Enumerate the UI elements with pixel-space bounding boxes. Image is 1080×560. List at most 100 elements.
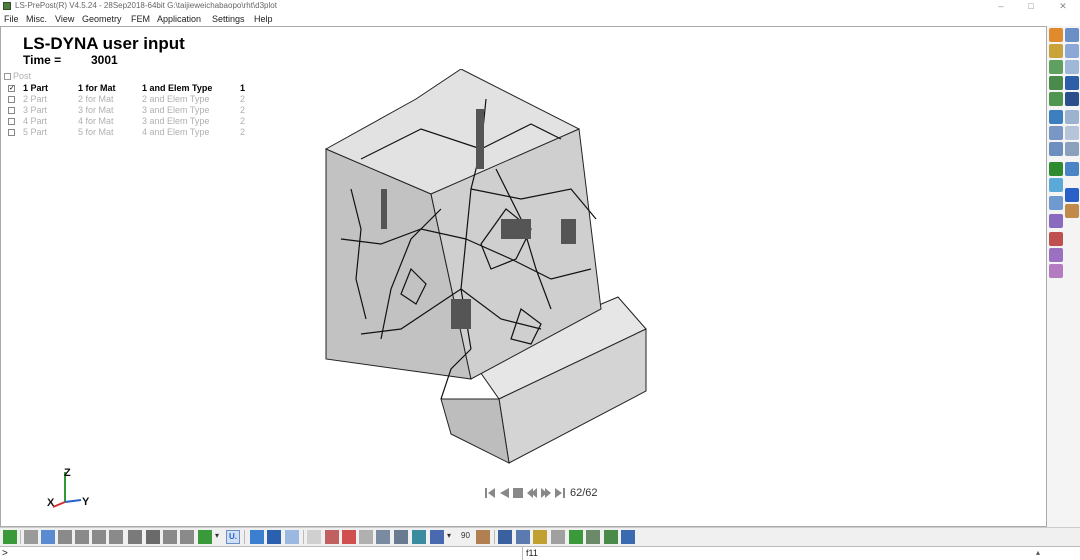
menu-fem[interactable]: FEM — [131, 12, 150, 26]
cube-dark-icon[interactable] — [267, 530, 281, 544]
page-icon[interactable] — [1065, 28, 1079, 42]
fractured-block-model[interactable] — [321, 69, 651, 469]
bookmark-icon[interactable] — [498, 530, 512, 544]
stop-icon[interactable] — [512, 487, 524, 499]
traffic-light-icon[interactable] — [1049, 162, 1063, 176]
menu-settings[interactable]: Settings — [212, 12, 245, 26]
house-icon[interactable] — [516, 530, 530, 544]
table-icon[interactable] — [1065, 142, 1079, 156]
view-right-icon[interactable] — [92, 530, 106, 544]
lighting-icon[interactable] — [198, 530, 212, 544]
slab-side-face — [440, 398, 510, 464]
wireframe-icon[interactable] — [163, 530, 177, 544]
sphere-icon[interactable] — [1065, 110, 1079, 124]
view-iso-icon[interactable] — [24, 530, 38, 544]
minimize-button[interactable]: – — [994, 0, 1008, 12]
checkbox-icon[interactable] — [8, 118, 15, 125]
last-frame-icon[interactable] — [554, 487, 566, 499]
home-icon[interactable] — [3, 530, 17, 544]
checkbox-icon[interactable] — [8, 107, 15, 114]
axis-z-label: Z — [64, 467, 71, 479]
mesh-icon[interactable] — [1065, 44, 1079, 58]
menu-application[interactable]: Application — [157, 12, 201, 26]
collapse-icon[interactable] — [4, 73, 11, 81]
rotate-icon[interactable] — [394, 530, 408, 544]
gear-green-icon[interactable] — [604, 530, 618, 544]
binout-icon[interactable] — [1049, 110, 1063, 124]
command-bar: > f11 ▴ — [0, 546, 1080, 560]
graphics-viewport[interactable]: LS-DYNA user input Time = 3001 Post ✓ 1 … — [0, 26, 1047, 527]
zoom-box-icon[interactable] — [342, 530, 356, 544]
menu-view[interactable]: View — [55, 12, 74, 26]
box-icon[interactable] — [1065, 92, 1079, 106]
sphere-tool-icon[interactable] — [412, 530, 426, 544]
view-top-icon[interactable] — [109, 530, 123, 544]
ascii-icon[interactable] — [1049, 92, 1063, 106]
bottom-toolbar: ▾ U. ▾ 90 — [0, 527, 1080, 546]
scroll-up-down-icon[interactable]: ▴ — [1036, 548, 1040, 557]
view-back-icon[interactable] — [58, 530, 72, 544]
curve-icon[interactable] — [1049, 126, 1063, 140]
part-name: 1 Part — [23, 83, 49, 93]
time-label: Time = — [23, 53, 62, 67]
arrow-down-icon[interactable] — [1049, 248, 1063, 262]
green-sphere-icon[interactable] — [569, 530, 583, 544]
menu-geometry[interactable]: Geometry — [82, 12, 122, 26]
solid-icon[interactable] — [1065, 76, 1079, 90]
step-back-icon[interactable] — [498, 487, 510, 499]
pick-icon[interactable] — [325, 530, 339, 544]
surface-icon[interactable] — [1065, 60, 1079, 74]
checkbox-checked-icon[interactable]: ✓ — [8, 85, 15, 92]
fringe-icon[interactable] — [1065, 162, 1079, 176]
maximize-button[interactable]: □ — [1024, 0, 1038, 12]
view-bottom-icon[interactable] — [128, 530, 142, 544]
viewport-title: LS-DYNA user input — [23, 34, 185, 53]
hand-icon[interactable] — [586, 530, 600, 544]
shade-icon[interactable] — [146, 530, 160, 544]
camera-icon[interactable] — [1049, 196, 1063, 210]
model-icon[interactable] — [1049, 28, 1063, 42]
view-front-icon[interactable] — [41, 530, 55, 544]
status-icon[interactable] — [1049, 60, 1063, 74]
checkbox-icon[interactable] — [8, 129, 15, 136]
window-title: LS-PrePost(R) V4.5.24 - 28Sep2018-64bit … — [15, 1, 277, 10]
dropdown-arrow-icon[interactable]: ▾ — [447, 531, 451, 540]
tree-root-post[interactable]: Post — [4, 71, 31, 81]
checkbox-icon[interactable] — [8, 96, 15, 103]
shift-icon[interactable] — [307, 530, 321, 544]
command-history[interactable]: f11 — [522, 547, 1036, 560]
settings-icon[interactable] — [1065, 204, 1079, 218]
angle-value[interactable]: 90 — [461, 531, 470, 540]
dropdown-arrow-icon[interactable]: ▾ — [215, 531, 219, 540]
render-icon[interactable] — [1049, 214, 1063, 228]
menu-misc[interactable]: Misc. — [26, 12, 47, 26]
angle-icon[interactable] — [430, 530, 444, 544]
zoom-icon[interactable] — [376, 530, 390, 544]
xy-plot-icon[interactable] — [1049, 76, 1063, 90]
u-button[interactable]: U. — [226, 530, 240, 544]
play-icon[interactable] — [540, 487, 552, 499]
measure-icon[interactable] — [359, 530, 373, 544]
cube-blue-icon[interactable] — [250, 530, 264, 544]
color-icon[interactable] — [1049, 178, 1063, 192]
ms-icon[interactable] — [1065, 188, 1079, 202]
command-input[interactable] — [10, 547, 520, 560]
parts-icon[interactable] — [1049, 44, 1063, 58]
close-button[interactable]: ✕ — [1056, 0, 1070, 12]
rotate-x-icon[interactable] — [476, 530, 490, 544]
window-icon[interactable] — [621, 530, 635, 544]
checker-icon[interactable] — [551, 530, 565, 544]
cube-wire-icon[interactable] — [285, 530, 299, 544]
menu-help[interactable]: Help — [254, 12, 273, 26]
vector-icon[interactable] — [1049, 232, 1063, 246]
part-name: 4 Part — [23, 116, 48, 126]
first-frame-icon[interactable] — [484, 487, 496, 499]
wave-icon[interactable] — [1049, 142, 1063, 156]
reverse-play-icon[interactable] — [526, 487, 538, 499]
hidden-line-icon[interactable] — [180, 530, 194, 544]
view-left-icon[interactable] — [75, 530, 89, 544]
triad-icon[interactable] — [1049, 264, 1063, 278]
menu-file[interactable]: File — [4, 12, 19, 26]
grid-icon[interactable] — [1065, 126, 1079, 140]
light-icon[interactable] — [533, 530, 547, 544]
